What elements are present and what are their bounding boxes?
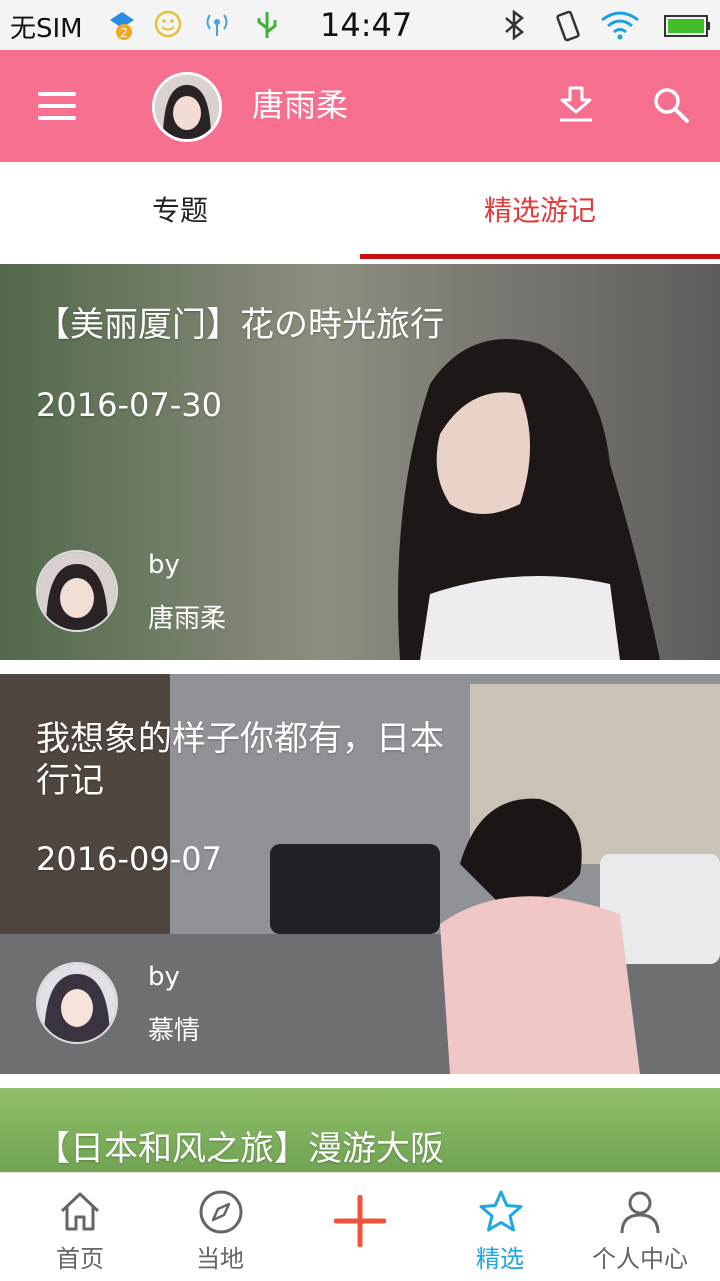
author-avatar[interactable] [36, 550, 118, 632]
clock: 14:47 [320, 6, 413, 44]
search-icon[interactable] [652, 86, 690, 128]
notification-count: 2 [120, 26, 128, 40]
card-title: 我想象的样子你都有，日本行记 [36, 719, 444, 801]
bottom-nav: 首页 当地 精选 个人中心 [0, 1172, 720, 1281]
hotspot-icon [202, 10, 232, 42]
bluetooth-icon [500, 9, 528, 44]
tab-indicator [360, 254, 720, 259]
home-icon [60, 1192, 100, 1231]
smiley-icon [154, 10, 182, 42]
menu-icon[interactable] [38, 92, 76, 120]
header-avatar[interactable] [152, 72, 222, 142]
app-header: 唐雨柔 [0, 50, 720, 162]
card-date: 2016-07-30 [36, 386, 222, 424]
user-icon [620, 1191, 660, 1234]
nav-local[interactable]: 当地 [148, 1173, 292, 1281]
travelogue-card[interactable]: 我想象的样子你都有，日本行记 2016-09-07 by 慕情 [0, 674, 720, 1074]
nav-home-label: 首页 [56, 1245, 104, 1273]
nav-profile[interactable]: 个人中心 [568, 1173, 712, 1281]
tab-featured-travelogues[interactable]: 精选游记 [360, 162, 720, 260]
author-avatar[interactable] [36, 962, 118, 1044]
card-date: 2016-09-07 [36, 840, 222, 878]
nav-featured-label: 精选 [476, 1245, 524, 1273]
tab-topics[interactable]: 专题 [0, 162, 360, 260]
compass-icon [199, 1190, 243, 1234]
nav-featured[interactable]: 精选 [428, 1173, 572, 1281]
star-icon [479, 1190, 523, 1232]
card-title: 【美丽厦门】花の時光旅行 [36, 305, 444, 345]
notification-badge-icon: 2 [108, 10, 136, 44]
download-icon[interactable] [556, 84, 596, 128]
nav-profile-label: 个人中心 [592, 1245, 688, 1273]
card-title: 【日本和风之旅】漫游大阪 [36, 1129, 444, 1169]
wifi-icon [600, 10, 640, 44]
battery-icon [664, 14, 710, 42]
nav-add[interactable] [288, 1173, 432, 1281]
header-username: 唐雨柔 [252, 86, 349, 124]
plus-icon [334, 1195, 386, 1247]
travelogue-card[interactable]: 【美丽厦门】花の時光旅行 2016-07-30 by 唐雨柔 [0, 264, 720, 660]
author-name[interactable]: 慕情 [148, 1010, 200, 1047]
status-bar: 无SIM 2 14:47 [0, 0, 720, 50]
by-label: by [148, 962, 180, 992]
carrier-label: 无SIM [10, 14, 83, 44]
by-label: by [148, 550, 180, 580]
tab-bar: 专题 精选游记 [0, 162, 720, 260]
vibrate-icon [552, 10, 584, 46]
author-name[interactable]: 唐雨柔 [148, 598, 226, 635]
nav-local-label: 当地 [196, 1245, 244, 1273]
usb-icon [254, 10, 280, 44]
nav-home[interactable]: 首页 [8, 1173, 152, 1281]
